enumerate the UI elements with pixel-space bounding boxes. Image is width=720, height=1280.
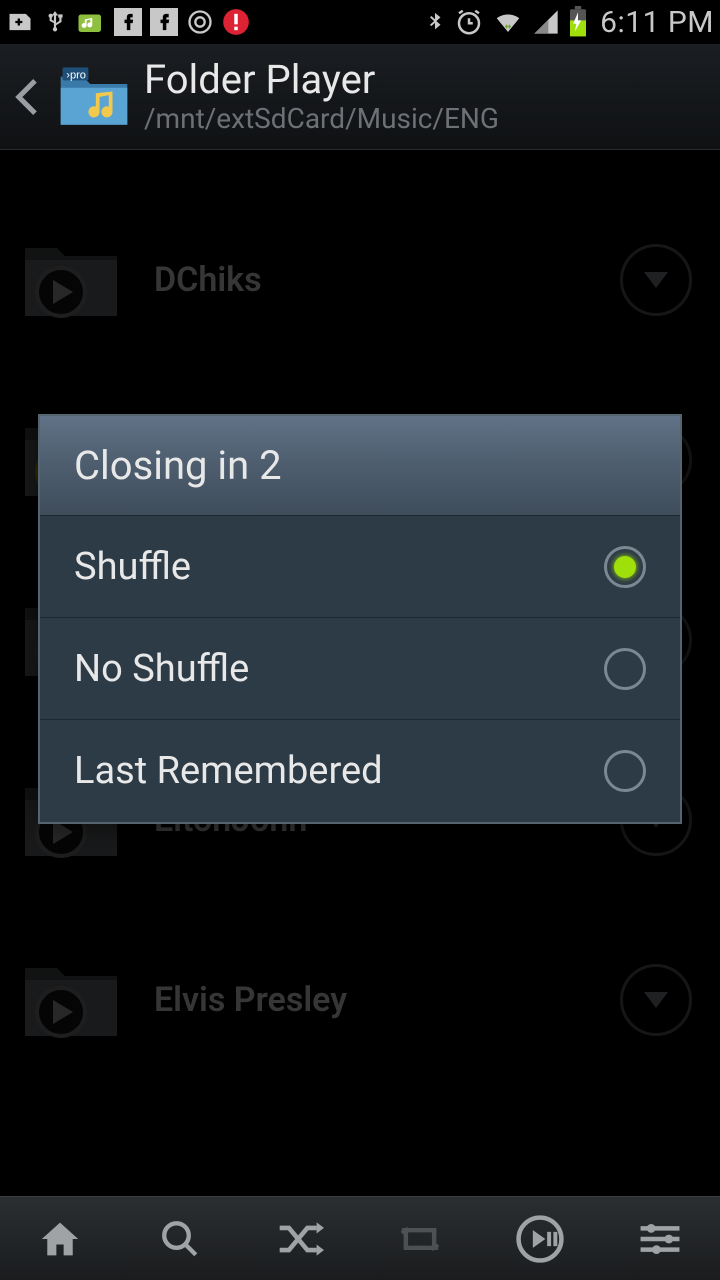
dialog-title: Closing in 2 xyxy=(40,416,680,516)
equalizer-button[interactable] xyxy=(628,1207,692,1271)
radio-selected-icon xyxy=(604,546,646,588)
shuffle-button[interactable] xyxy=(268,1207,332,1271)
alert-icon xyxy=(222,8,250,36)
home-button[interactable] xyxy=(28,1207,92,1271)
new-tab-icon xyxy=(6,8,34,36)
svg-text:›pro: ›pro xyxy=(66,69,86,81)
facebook-icon xyxy=(150,8,178,36)
search-button[interactable] xyxy=(148,1207,212,1271)
battery-icon xyxy=(568,6,588,38)
clock-text: 6:11 PM xyxy=(600,5,714,40)
dialog-option-label: No Shuffle xyxy=(74,647,604,691)
radio-icon xyxy=(604,648,646,690)
facebook-icon xyxy=(114,8,142,36)
signal-icon xyxy=(532,8,560,36)
repeat-button[interactable] xyxy=(388,1207,452,1271)
dialog-option-shuffle[interactable]: Shuffle xyxy=(40,516,680,618)
radio-icon xyxy=(604,750,646,792)
app-header: ›pro Folder Player /mnt/extSdCard/Music/… xyxy=(0,44,720,150)
back-button[interactable] xyxy=(8,79,44,115)
dialog-option-label: Last Remembered xyxy=(74,749,604,793)
dialog-option-last-remembered[interactable]: Last Remembered xyxy=(40,720,680,822)
bottom-bar xyxy=(0,1196,720,1280)
status-bar: 6:11 PM xyxy=(0,0,720,44)
alarm-icon xyxy=(454,7,484,37)
dialog-option-no-shuffle[interactable]: No Shuffle xyxy=(40,618,680,720)
play-pause-button[interactable] xyxy=(508,1207,572,1271)
music-note-icon xyxy=(76,7,106,37)
target-icon xyxy=(186,8,214,36)
shuffle-dialog: Closing in 2 Shuffle No Shuffle Last Rem… xyxy=(38,414,682,824)
app-icon: ›pro xyxy=(54,57,134,137)
usb-icon xyxy=(42,7,68,37)
wifi-icon xyxy=(492,7,524,37)
content-area: DChiks (1\78) Playing: xyxy=(0,150,720,1196)
dialog-option-label: Shuffle xyxy=(74,545,604,589)
bluetooth-icon xyxy=(424,7,446,37)
app-path: /mnt/extSdCard/Music/ENG xyxy=(144,102,499,135)
app-title: Folder Player xyxy=(144,58,499,102)
